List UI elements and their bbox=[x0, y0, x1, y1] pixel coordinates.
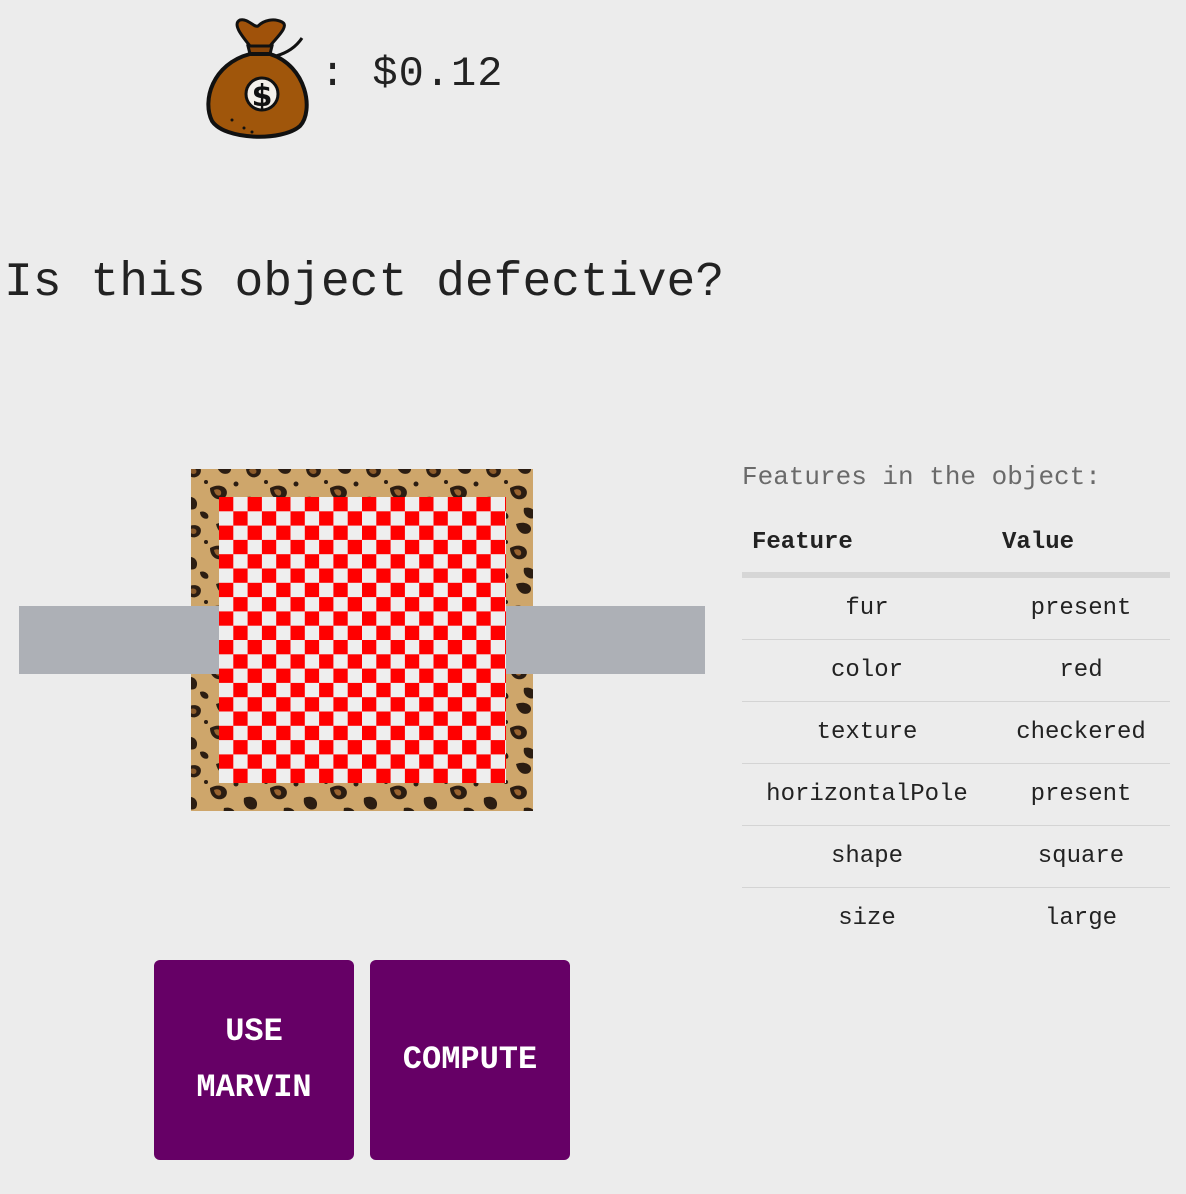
features-table: Feature Value fur present color red text… bbox=[742, 512, 1170, 949]
feature-value: large bbox=[1044, 905, 1117, 932]
table-row: fur present bbox=[742, 575, 1170, 640]
page: $ : $0.12 Is this object defective? Feat… bbox=[0, 0, 1186, 1194]
question-heading: Is this object defective? bbox=[4, 256, 725, 310]
feature-name: color bbox=[742, 639, 992, 702]
feature-value: present bbox=[992, 575, 1170, 640]
feature-value: checkered bbox=[992, 701, 1170, 764]
horizontal-pole-left bbox=[19, 606, 219, 674]
feature-name: horizontalPole bbox=[742, 763, 992, 826]
feature-name: texture bbox=[742, 701, 992, 764]
table-row: shape square bbox=[742, 825, 1170, 888]
balance-amount: : $0.12 bbox=[320, 50, 504, 98]
use-marvin-label-line2: MARVIN bbox=[196, 1069, 312, 1106]
feature-name: fur bbox=[742, 575, 992, 640]
feature-value: present bbox=[992, 763, 1170, 826]
compute-label: COMPUTE bbox=[402, 1041, 538, 1078]
svg-text:$: $ bbox=[252, 79, 273, 114]
table-row: horizontalPole present bbox=[742, 763, 1170, 826]
feature-name: size bbox=[838, 905, 896, 932]
table-header-row: Feature Value bbox=[742, 512, 1170, 578]
checkered-body bbox=[219, 497, 506, 783]
column-header-feature: Feature bbox=[742, 512, 992, 578]
table-row: texture checkered bbox=[742, 701, 1170, 764]
table-row: color red bbox=[742, 639, 1170, 702]
feature-value: square bbox=[992, 825, 1170, 888]
features-title: Features in the object: bbox=[742, 462, 1101, 492]
compute-button[interactable]: COMPUTE bbox=[370, 960, 570, 1160]
money-bag-icon: $ bbox=[206, 18, 309, 139]
table-row: size large bbox=[742, 888, 1170, 950]
use-marvin-button[interactable]: USE MARVIN bbox=[154, 960, 354, 1160]
feature-name: shape bbox=[742, 825, 992, 888]
object-display bbox=[0, 460, 720, 820]
feature-value: red bbox=[992, 639, 1170, 702]
object-image bbox=[19, 469, 705, 811]
use-marvin-label-line1: USE bbox=[225, 1013, 283, 1050]
column-header-value: Value bbox=[992, 512, 1170, 578]
horizontal-pole-right bbox=[506, 606, 705, 674]
